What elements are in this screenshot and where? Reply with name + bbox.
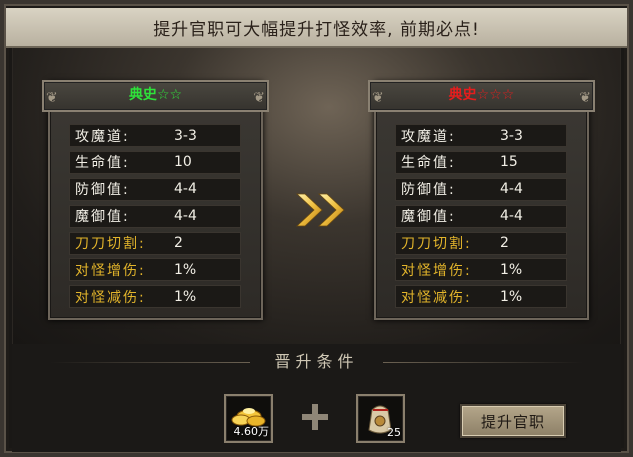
- stat-row: 生命值: 15: [395, 150, 567, 174]
- stat-row: 攻魔道: 3-3: [69, 124, 241, 147]
- stat-value: 4-4: [174, 181, 197, 198]
- current-rank-stars: ☆☆: [156, 87, 183, 103]
- gold-cost-slot[interactable]: 4.60万: [224, 394, 273, 443]
- stat-label: 刀刀切割:: [75, 236, 146, 253]
- stat-row: 魔御值: 4-4: [395, 204, 567, 228]
- stat-value: 1%: [174, 288, 197, 305]
- stat-label: 攻魔道:: [401, 128, 456, 145]
- current-rank-title: ❦ 典史☆☆ ❦: [42, 80, 269, 112]
- stat-label: 生命值:: [75, 155, 130, 172]
- next-rank-panel: ❦ 典史☆☆☆ ❦ 攻魔道: 3-3 生命值: 15 防御值: 4-4 魔御值: 4-4…: [368, 80, 595, 320]
- current-rank-name: 典史: [128, 87, 157, 103]
- banner-text: 提升官职可大幅提升打怪效率, 前期必点!: [153, 19, 480, 40]
- stat-value: 15: [500, 154, 518, 171]
- divider: [383, 362, 583, 363]
- stat-label: 防御值:: [75, 182, 130, 199]
- banner-tip: 提升官职可大幅提升打怪效率, 前期必点!: [6, 8, 627, 48]
- stat-label: 魔御值:: [401, 209, 456, 226]
- stat-value: 2: [174, 235, 183, 252]
- gold-amount: 4.60万: [233, 425, 270, 438]
- stat-row: 对怪减伤: 1%: [395, 285, 567, 309]
- next-rank-name: 典史: [448, 87, 477, 103]
- stat-row: 刀刀切割: 2: [69, 231, 241, 255]
- stat-row: 防御值: 4-4: [69, 177, 241, 201]
- stat-row: 对怪增伤: 1%: [69, 258, 241, 282]
- stat-row: 刀刀切割: 2: [395, 231, 567, 255]
- next-rank-title: ❦ 典史☆☆☆ ❦: [368, 80, 595, 112]
- stat-label: 对怪减伤:: [401, 289, 472, 306]
- stat-label: 对怪增伤:: [75, 262, 146, 279]
- plus-icon: [302, 404, 328, 430]
- stat-value: 4-4: [174, 208, 197, 225]
- stat-row: 攻魔道: 3-3: [395, 124, 567, 147]
- stat-value: 3-3: [500, 127, 523, 144]
- stat-value: 4-4: [500, 208, 523, 225]
- stat-row: 生命值: 10: [69, 150, 241, 174]
- promote-rank-button[interactable]: 提升官职: [460, 404, 566, 438]
- stat-row: 对怪增伤: 1%: [395, 258, 567, 282]
- stat-row: 对怪减伤: 1%: [69, 285, 241, 309]
- token-count: 25: [387, 426, 401, 439]
- stat-row: 防御值: 4-4: [395, 177, 567, 201]
- scroll-curl-icon: ❦: [372, 90, 384, 106]
- current-rank-panel: ❦ 典史☆☆ ❦ 攻魔道: 3-3 生命值: 10 防御值: 4-4 魔御值: 4-4 …: [42, 80, 269, 320]
- stat-value: 4-4: [500, 181, 523, 198]
- scroll-curl-icon: ❦: [579, 90, 591, 106]
- scroll-curl-icon: ❦: [46, 90, 58, 106]
- stat-label: 攻魔道:: [75, 128, 130, 145]
- token-cost-slot[interactable]: 25: [356, 394, 405, 443]
- stat-value: 10: [174, 154, 192, 171]
- double-chevron-right-icon: [295, 193, 345, 227]
- stat-label: 生命值:: [401, 155, 456, 172]
- stat-row: 魔御值: 4-4: [69, 204, 241, 228]
- next-stat-list: 攻魔道: 3-3 生命值: 15 防御值: 4-4 魔御值: 4-4 刀刀切割: 2 对怪…: [395, 124, 567, 312]
- stat-value: 1%: [500, 261, 523, 278]
- current-stat-list: 攻魔道: 3-3 生命值: 10 防御值: 4-4 魔御值: 4-4 刀刀切割: 2 对怪…: [69, 124, 241, 312]
- stat-label: 魔御值:: [75, 209, 130, 226]
- scroll-curl-icon: ❦: [253, 90, 265, 106]
- stat-value: 1%: [500, 288, 523, 305]
- stat-label: 对怪增伤:: [401, 262, 472, 279]
- stat-value: 1%: [174, 261, 197, 278]
- next-rank-stars: ☆☆☆: [476, 87, 515, 103]
- stat-label: 刀刀切割:: [401, 236, 472, 253]
- stat-value: 2: [500, 235, 509, 252]
- stat-label: 防御值:: [401, 182, 456, 199]
- stat-value: 3-3: [174, 127, 197, 144]
- stat-label: 对怪减伤:: [75, 289, 146, 306]
